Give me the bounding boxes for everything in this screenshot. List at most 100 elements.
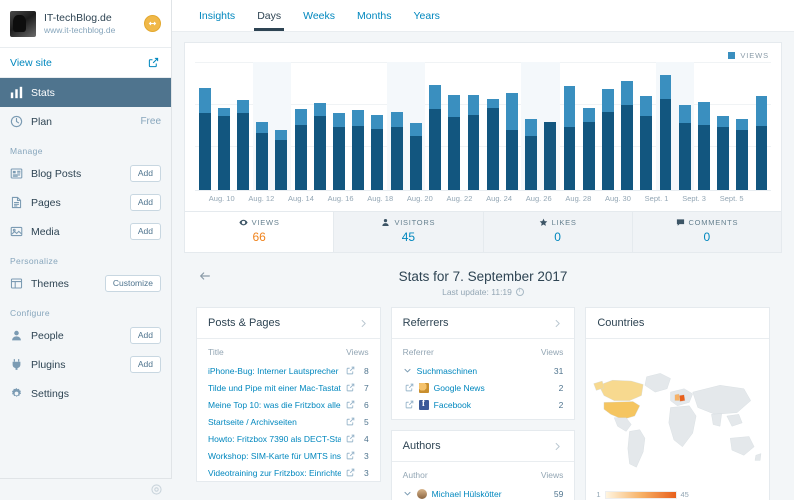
chart-bar-slot[interactable] bbox=[617, 62, 636, 190]
summary-tab-comments[interactable]: COMMENTS 0 bbox=[632, 212, 781, 252]
chart-bar-slot[interactable] bbox=[406, 62, 426, 190]
chevron-down-icon[interactable] bbox=[403, 489, 412, 498]
referrer-name[interactable]: Suchmaschinen bbox=[417, 366, 545, 376]
chart-bar[interactable] bbox=[294, 108, 307, 190]
post-title[interactable]: Videotraining zur Fritzbox: Einrichten bbox=[208, 468, 341, 478]
table-row[interactable]: Meine Top 10: was die Fritzbox alles 6 bbox=[197, 396, 380, 413]
view-site-link[interactable]: View site bbox=[0, 48, 171, 78]
external-link-icon[interactable] bbox=[346, 417, 355, 426]
chart-bar-slot[interactable] bbox=[214, 62, 233, 190]
table-row[interactable]: Michael Hülskötter 59 bbox=[392, 485, 575, 500]
add-blog-post-button[interactable]: Add bbox=[129, 164, 161, 183]
chart-bar-slot[interactable] bbox=[252, 62, 272, 190]
add-people-button[interactable]: Add bbox=[129, 326, 161, 345]
chart-bar-slot[interactable] bbox=[598, 62, 617, 190]
chart-bar[interactable] bbox=[275, 130, 288, 190]
chart-bar[interactable] bbox=[544, 121, 557, 190]
add-page-button[interactable]: Add bbox=[129, 193, 161, 212]
external-link-icon[interactable] bbox=[346, 366, 355, 375]
post-title[interactable]: Workshop: SIM-Karte für UMTS ins N bbox=[208, 451, 341, 461]
table-row[interactable]: Tilde und Pipe mit einer Mac-Tastat 7 bbox=[197, 379, 380, 396]
external-link-icon[interactable] bbox=[346, 434, 355, 443]
tab-weeks[interactable]: Weeks bbox=[292, 0, 346, 31]
summary-tab-likes[interactable]: LIKES 0 bbox=[483, 212, 633, 252]
chart-bar-slot[interactable] bbox=[195, 62, 214, 190]
table-row[interactable]: iPhone-Bug: Interner Lautsprecher b 8 bbox=[197, 362, 380, 379]
author-name[interactable]: Michael Hülskötter bbox=[432, 489, 545, 499]
chart-bar-slot[interactable] bbox=[675, 62, 695, 190]
chart-bar[interactable] bbox=[582, 107, 595, 190]
chart-bar-slot[interactable] bbox=[271, 62, 292, 190]
gear-icon[interactable] bbox=[150, 483, 163, 496]
referrer-name[interactable]: Google News bbox=[434, 383, 550, 393]
post-title[interactable]: iPhone-Bug: Interner Lautsprecher b bbox=[208, 366, 341, 376]
chart-bar-slot[interactable] bbox=[387, 62, 407, 190]
external-link-icon[interactable] bbox=[405, 383, 414, 392]
chart-bar-slot[interactable] bbox=[425, 62, 444, 190]
chart-bar[interactable] bbox=[621, 80, 634, 190]
summary-tab-views[interactable]: VIEWS 66 bbox=[185, 212, 335, 252]
tab-days[interactable]: Days bbox=[246, 0, 292, 31]
chart-bar-slot[interactable] bbox=[233, 62, 252, 190]
chevron-right-icon[interactable] bbox=[358, 318, 369, 329]
add-plugin-button[interactable]: Add bbox=[129, 355, 161, 374]
external-link-icon[interactable] bbox=[346, 400, 355, 409]
external-link-icon[interactable] bbox=[346, 468, 355, 477]
referrer-name[interactable]: Facebook bbox=[434, 400, 550, 410]
sidebar-item-people[interactable]: People Add bbox=[0, 321, 171, 350]
authors-header[interactable]: Authors bbox=[391, 431, 575, 462]
table-row[interactable]: Startseite / Archivseiten 5 bbox=[197, 413, 380, 430]
posts-pages-header[interactable]: Posts & Pages bbox=[197, 308, 380, 339]
table-row[interactable]: Suchmaschinen 31 bbox=[392, 362, 575, 379]
chart-bar-slot[interactable] bbox=[502, 62, 521, 190]
chart-bar-slot[interactable] bbox=[483, 62, 502, 190]
chart-bar[interactable] bbox=[678, 104, 691, 190]
chart-bar-slot[interactable] bbox=[464, 62, 483, 190]
chart-bar[interactable] bbox=[352, 110, 365, 190]
chart-bar[interactable] bbox=[237, 100, 249, 190]
sidebar-item-plan[interactable]: Plan Free bbox=[0, 107, 171, 136]
table-row[interactable]: Facebook 2 bbox=[392, 396, 575, 413]
post-title[interactable]: Meine Top 10: was die Fritzbox alles bbox=[208, 400, 341, 410]
chart-bar-slot[interactable] bbox=[329, 62, 348, 190]
chart-bar-slot[interactable] bbox=[521, 62, 541, 190]
chart-bar-slot[interactable] bbox=[752, 62, 771, 190]
chevron-down-icon[interactable] bbox=[403, 366, 412, 375]
chart-bar[interactable] bbox=[640, 96, 653, 190]
chart-bar-slot[interactable] bbox=[579, 62, 598, 190]
site-header[interactable]: IT-techBlog.de www.it-techblog.de bbox=[0, 0, 171, 48]
chart-bar-slot[interactable] bbox=[368, 62, 387, 190]
external-link-icon[interactable] bbox=[346, 383, 355, 392]
external-link-icon[interactable] bbox=[405, 400, 414, 409]
post-title[interactable]: Tilde und Pipe mit einer Mac-Tastat bbox=[208, 383, 341, 393]
chart-bar[interactable] bbox=[505, 93, 518, 190]
sidebar-item-media[interactable]: Media Add bbox=[0, 217, 171, 246]
chart-bar-slot[interactable] bbox=[291, 62, 310, 190]
add-media-button[interactable]: Add bbox=[129, 222, 161, 241]
info-icon[interactable] bbox=[515, 287, 524, 296]
tab-months[interactable]: Months bbox=[346, 0, 402, 31]
tab-years[interactable]: Years bbox=[402, 0, 450, 31]
customize-theme-button[interactable]: Customize bbox=[104, 274, 161, 293]
chart-bar-slot[interactable] bbox=[637, 62, 656, 190]
chart-bar-slot[interactable] bbox=[713, 62, 732, 190]
chart-bar[interactable] bbox=[313, 103, 326, 190]
chart-bar[interactable] bbox=[217, 107, 230, 190]
chart-bar[interactable] bbox=[198, 87, 211, 190]
chart-bar-slot[interactable] bbox=[733, 62, 752, 190]
tab-insights[interactable]: Insights bbox=[188, 0, 246, 31]
chart-bar-slot[interactable] bbox=[540, 62, 560, 190]
external-link-icon[interactable] bbox=[346, 451, 355, 460]
chart-bar[interactable] bbox=[601, 89, 614, 190]
table-row[interactable]: Howto: Fritzbox 7390 als DECT-Stati 4 bbox=[197, 430, 380, 447]
back-arrow-icon[interactable] bbox=[198, 269, 212, 283]
chart-bar[interactable] bbox=[563, 86, 576, 190]
chart-bar[interactable] bbox=[486, 99, 499, 190]
chart-bar[interactable] bbox=[736, 118, 749, 190]
chart-bar[interactable] bbox=[409, 123, 422, 190]
post-title[interactable]: Howto: Fritzbox 7390 als DECT-Stati bbox=[208, 434, 341, 444]
sidebar-item-themes[interactable]: Themes Customize bbox=[0, 269, 171, 298]
countries-header[interactable]: Countries bbox=[586, 308, 770, 339]
chart-bar[interactable] bbox=[467, 94, 480, 190]
sidebar-item-settings[interactable]: Settings bbox=[0, 379, 171, 408]
